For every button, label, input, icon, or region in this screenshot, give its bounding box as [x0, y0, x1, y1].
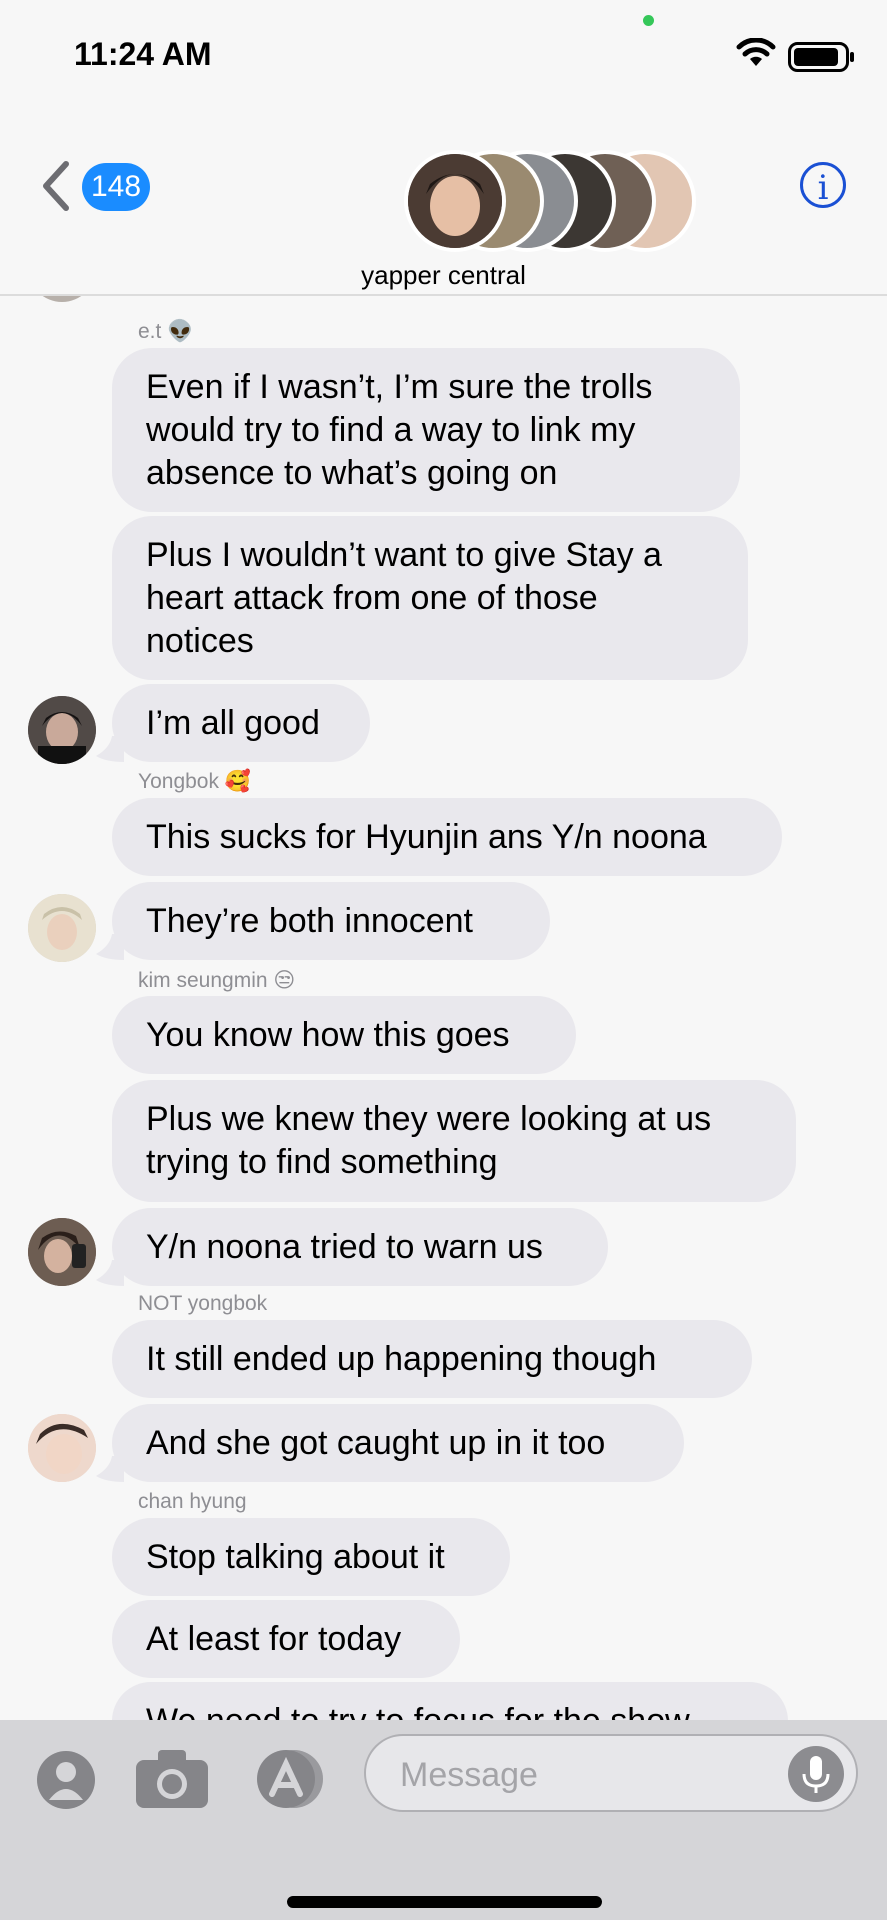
microphone-icon	[802, 1756, 830, 1793]
message-bubble[interactable]: Plus I wouldn’t want to give Stay a hear…	[112, 516, 748, 680]
sender-name: Yongbok 🥰	[138, 770, 251, 793]
message-bubble[interactable]: At least for today	[112, 1600, 460, 1678]
message-bubble[interactable]: I’m all good	[112, 684, 370, 762]
status-bar: 11:24 AM	[0, 0, 887, 110]
conversation-header: 148 yapper central i	[0, 110, 887, 296]
sender-avatar	[28, 1414, 96, 1482]
microphone-button[interactable]	[788, 1746, 844, 1802]
app-store-icon[interactable]	[252, 1748, 332, 1810]
camera-icon[interactable]	[134, 1746, 210, 1810]
message-input[interactable]: Message	[364, 1734, 858, 1812]
bubble-tail	[96, 1456, 124, 1482]
message-thread[interactable]: e.t 👽 Even if I wasn’t, I’m sure the tro…	[0, 296, 887, 1720]
bubble-tail	[96, 736, 124, 762]
privacy-indicator-dot	[643, 15, 654, 26]
bubble-tail	[96, 1260, 124, 1286]
message-bubble[interactable]: We need to try to focus for the show	[112, 1682, 788, 1720]
message-bubble[interactable]: They’re both innocent	[112, 882, 550, 960]
person-photo-icon	[408, 154, 502, 248]
message-bubble[interactable]: Even if I wasn’t, I’m sure the trolls wo…	[112, 348, 740, 512]
home-indicator	[287, 1896, 602, 1908]
wifi-icon	[736, 38, 776, 66]
compose-bar: Message	[0, 1720, 887, 1920]
battery-icon	[788, 42, 854, 72]
sender-avatar	[28, 696, 96, 764]
message-bubble[interactable]: This sucks for Hyunjin ans Y/n noona	[112, 798, 782, 876]
status-time: 11:24 AM	[74, 36, 212, 72]
sender-name: e.t 👽	[138, 320, 194, 343]
message-bubble[interactable]: It still ended up happening though	[112, 1320, 752, 1398]
sender-avatar	[28, 1218, 96, 1286]
sender-name: NOT yongbok	[138, 1292, 268, 1315]
unread-count-badge[interactable]: 148	[82, 163, 150, 211]
back-chevron-icon[interactable]	[38, 160, 72, 212]
sender-name: kim seungmin 😒	[138, 969, 296, 992]
message-bubble[interactable]: You know how this goes	[112, 996, 576, 1074]
group-member-avatar	[404, 150, 506, 252]
sender-avatar	[28, 894, 96, 962]
bubble-tail	[96, 934, 124, 960]
message-bubble[interactable]: And she got caught up in it too	[112, 1404, 684, 1482]
info-button[interactable]: i	[800, 162, 846, 208]
message-bubble[interactable]: Y/n noona tried to warn us	[112, 1208, 608, 1286]
sender-avatar	[28, 296, 96, 302]
message-bubble[interactable]: Plus we knew they were looking at us try…	[112, 1080, 796, 1202]
message-bubble[interactable]: Stop talking about it	[112, 1518, 510, 1596]
group-name[interactable]: yapper central	[0, 260, 887, 291]
group-avatar-stack[interactable]	[404, 150, 696, 252]
contact-icon[interactable]	[36, 1750, 96, 1810]
sender-name: chan hyung	[138, 1490, 247, 1513]
message-placeholder: Message	[400, 1756, 538, 1794]
